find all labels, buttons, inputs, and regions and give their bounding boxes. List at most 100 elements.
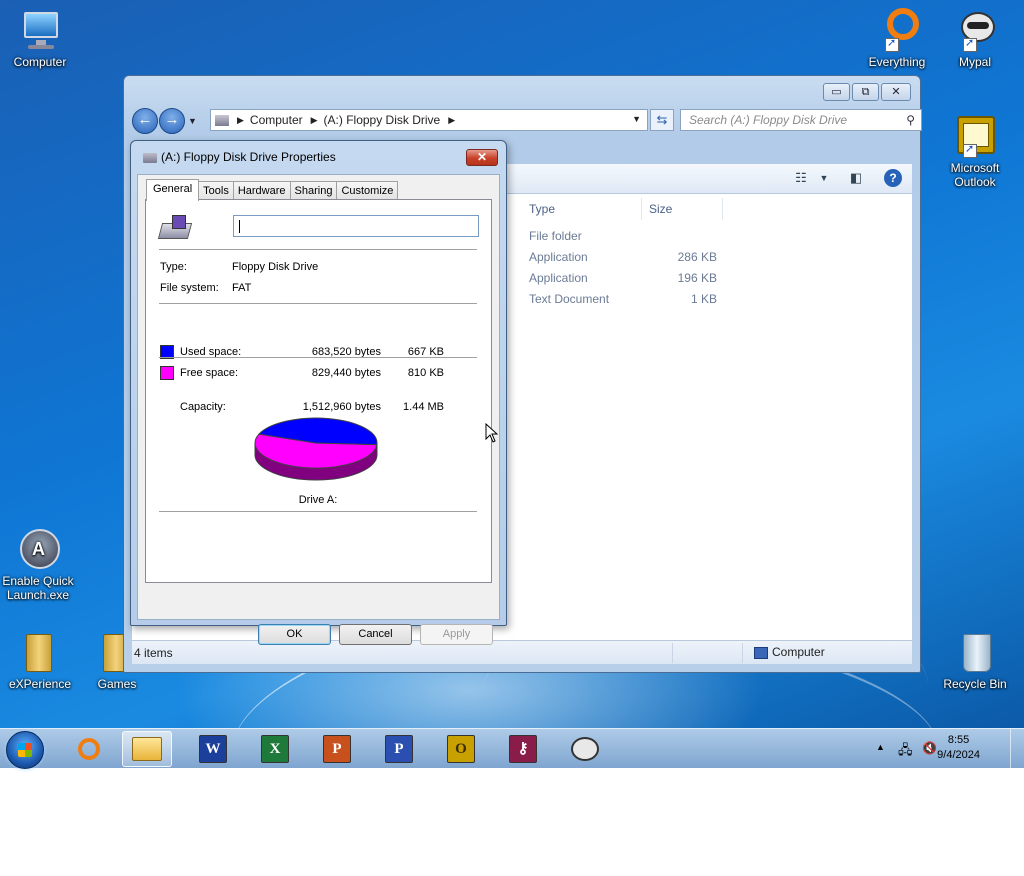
desktop-icon-label: Mypal [958, 55, 991, 69]
help-icon[interactable]: ? [884, 169, 902, 187]
breadcrumb-floppy[interactable]: (A:) Floppy Disk Drive [324, 113, 441, 127]
clock-time: 8:55 [947, 734, 970, 746]
drive-label: Drive A: [298, 494, 338, 506]
network-icon[interactable]: 🖧 [898, 741, 913, 763]
volume-muted-icon[interactable]: 🔇 [922, 741, 937, 755]
views-icon[interactable]: ☷ [792, 170, 810, 186]
desktop-icon-recycle-bin[interactable]: Recycle Bin [935, 630, 1015, 691]
column-divider[interactable] [641, 198, 642, 220]
status-divider [742, 643, 743, 663]
taskbar-app-publisher[interactable]: P [374, 731, 424, 767]
tab-strip: General Tools Hardware Sharing Customize [146, 179, 399, 201]
folder-icon [18, 630, 62, 674]
breadcrumb-separator-icon[interactable]: ▶ [237, 115, 244, 126]
tab-sharing[interactable]: Sharing [289, 181, 338, 200]
taskbar-app-outlook[interactable]: O [436, 731, 486, 767]
tab-customize[interactable]: Customize [336, 181, 399, 200]
drive-name-input[interactable] [233, 215, 479, 237]
search-icon[interactable]: ⚲ [906, 110, 915, 130]
key-icon: ⚷ [509, 735, 537, 763]
desktop-icon-label: Enable Quick Launch.exe [2, 574, 74, 602]
free-space-size: 810 KB [407, 367, 444, 379]
file-size: 286 KB [677, 250, 717, 264]
tab-tools[interactable]: Tools [198, 181, 234, 200]
desktop-icon-label: Recycle Bin [943, 677, 1007, 691]
recent-pages-dropdown-icon[interactable]: ▼ [188, 116, 197, 126]
desktop-icon-outlook[interactable]: Microsoft Outlook [935, 114, 1015, 189]
taskbar-app-mypal[interactable] [560, 731, 610, 767]
show-desktop-button[interactable] [1010, 729, 1024, 769]
views-dropdown-icon[interactable]: ▼ [815, 173, 833, 189]
file-type: File folder [529, 229, 582, 243]
capacity-size: 1.44 MB [403, 401, 444, 413]
taskbar-app-explorer[interactable] [122, 731, 172, 767]
dialog-close-button[interactable]: ✕ [466, 149, 498, 166]
column-size[interactable]: Size [649, 202, 672, 216]
desktop-icon-label: eXPerience [8, 677, 72, 691]
column-divider[interactable] [722, 198, 723, 220]
breadcrumb-separator-icon[interactable]: ▶ [448, 115, 455, 126]
capacity-label: Capacity: [180, 401, 226, 413]
file-row[interactable]: Application 286 KB [529, 247, 829, 268]
taskbar-app-word[interactable]: W [188, 731, 238, 767]
restore-button[interactable]: ⧉ [852, 83, 879, 101]
cancel-button[interactable]: Cancel [339, 624, 412, 645]
apply-button[interactable]: Apply [420, 624, 493, 645]
desktop-icon-mypal[interactable]: Mypal [935, 8, 1015, 69]
outlook-icon: O [447, 735, 475, 763]
taskbar-app-powerpoint[interactable]: P [312, 731, 362, 767]
general-tab-body: Type: Floppy Disk Drive File system: FAT… [145, 199, 492, 583]
back-button[interactable]: ← [132, 108, 158, 134]
desktop-icon-quick-launch[interactable]: A Enable Quick Launch.exe [0, 527, 78, 602]
type-label: Type: [160, 261, 187, 273]
tab-hardware[interactable]: Hardware [232, 181, 291, 200]
desktop-icon-experience[interactable]: eXPerience [0, 630, 80, 691]
clock[interactable]: 8:55 9/4/2024 [937, 733, 980, 763]
status-divider [672, 643, 673, 663]
column-type[interactable]: Type [529, 202, 555, 216]
desktop-icon-computer[interactable]: Computer [0, 8, 80, 69]
status-location: Computer [754, 645, 825, 659]
floppy-drive-icon [143, 152, 157, 163]
close-button[interactable]: ✕ [881, 83, 911, 101]
file-row[interactable]: Application 196 KB [529, 268, 829, 289]
shortcut-arrow-icon [885, 36, 899, 52]
file-type: Text Document [529, 292, 610, 306]
file-system-value: FAT [232, 282, 252, 294]
type-value: Floppy Disk Drive [232, 261, 319, 273]
dialog-title-text: (A:) Floppy Disk Drive Properties [161, 150, 336, 164]
address-dropdown-icon[interactable]: ▼ [632, 114, 641, 124]
desktop-icon-label: Everything [868, 55, 926, 69]
show-hidden-icons-icon[interactable]: ▲ [876, 742, 885, 752]
search-input[interactable]: Search (A:) Floppy Disk Drive ⚲ [680, 109, 922, 131]
refresh-button[interactable]: ⇆ [650, 109, 674, 131]
preview-pane-icon[interactable]: ◧ [847, 170, 865, 186]
forward-button[interactable]: → [159, 108, 185, 134]
shortcut-arrow-icon [963, 36, 977, 52]
desktop-icon-label: Games [97, 677, 137, 691]
address-bar[interactable]: ▶ Computer ▶ (A:) Floppy Disk Drive ▶ ▼ [210, 109, 648, 131]
breadcrumb-separator-icon[interactable]: ▶ [311, 115, 318, 126]
file-system-label: File system: [160, 282, 219, 294]
magnifier-icon [78, 738, 100, 760]
taskbar-app-search[interactable] [64, 731, 114, 767]
breadcrumb-computer[interactable]: Computer [250, 113, 303, 127]
raccoon-icon [571, 737, 599, 761]
minimize-button[interactable]: ▭ [823, 83, 850, 101]
tab-general[interactable]: General [146, 179, 200, 201]
raccoon-icon [953, 8, 997, 52]
desktop-icon-label: Microsoft Outlook [950, 161, 1000, 189]
desktop-icon-everything[interactable]: Everything [857, 8, 937, 69]
free-space-swatch [160, 366, 174, 380]
file-row[interactable]: Text Document 1 KB [529, 289, 829, 310]
file-type: Application [529, 271, 588, 285]
status-item-count: 4 items [134, 646, 173, 660]
taskbar-app-excel[interactable]: X [250, 731, 300, 767]
taskbar-app-keymanager[interactable]: ⚷ [498, 731, 548, 767]
start-button[interactable] [6, 731, 44, 769]
caption-buttons: ▭ ⧉ ✕ [823, 83, 911, 101]
ok-button[interactable]: OK [258, 624, 331, 645]
status-bar: 4 items Computer [132, 640, 912, 664]
file-row[interactable]: File folder [529, 226, 829, 247]
mouse-cursor-icon [485, 423, 498, 443]
